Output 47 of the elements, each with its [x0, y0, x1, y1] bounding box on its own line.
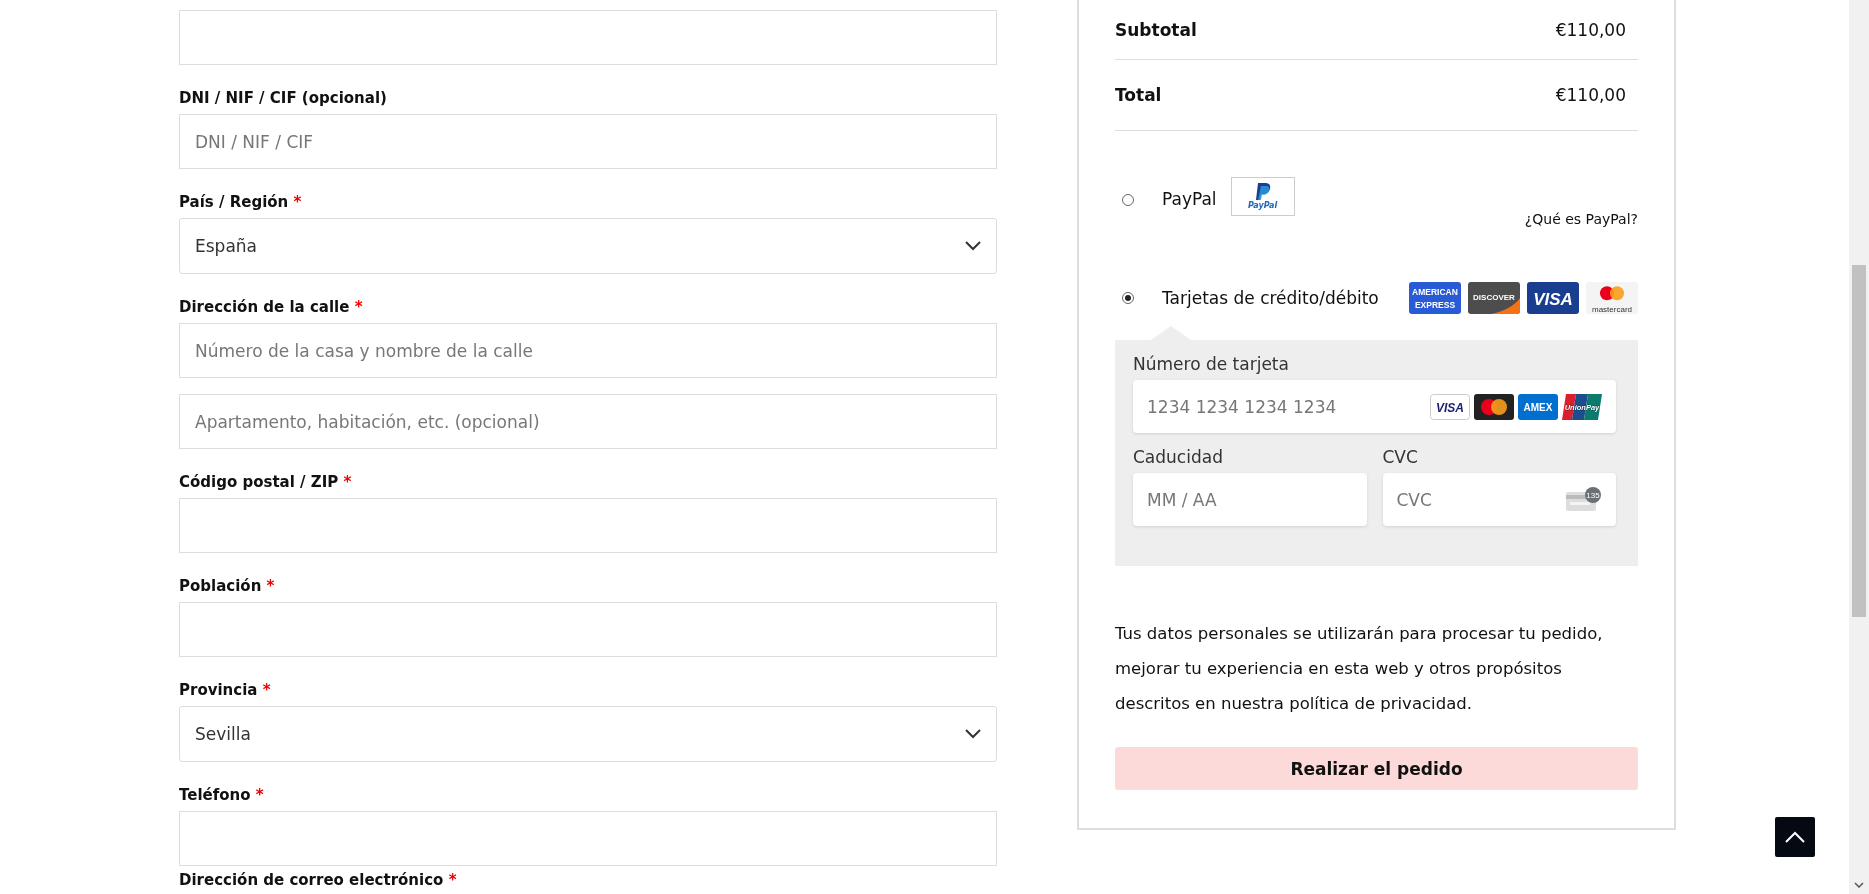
place-order-button[interactable]: Realizar el pedido	[1115, 747, 1638, 790]
text-field[interactable]: Número de la casa y nombre de la calle	[179, 323, 997, 378]
summary-amount: €110,00	[1555, 85, 1626, 105]
text-field[interactable]: DNI / NIF / CIF	[179, 114, 997, 169]
payment-label[interactable]: Tarjetas de crédito/débito	[1162, 288, 1379, 308]
summary-label: Total	[1115, 85, 1162, 105]
chevron-up-icon	[1785, 831, 1805, 843]
expiry-field[interactable]: MM / AA	[1133, 473, 1367, 526]
card-brand-icon: DISCOVER	[1468, 282, 1520, 314]
paypal-logo: PayPal	[1230, 177, 1295, 216]
field-label: Caducidad	[1133, 447, 1224, 469]
scrollbar[interactable]	[1849, 0, 1869, 894]
payment-label[interactable]: PayPal	[1162, 189, 1217, 209]
text-field[interactable]	[179, 811, 997, 866]
radio-button[interactable]	[1122, 292, 1134, 304]
field-label: Provincia *	[179, 680, 272, 701]
card-brand-icon: AMERICAN EXPRESS	[1409, 282, 1461, 314]
field-label: Dirección de correo electrónico *	[179, 870, 458, 891]
back-to-top-button[interactable]	[1775, 817, 1815, 857]
card-brand-icon: AMEX	[1518, 393, 1558, 420]
chevron-down-icon	[965, 241, 981, 251]
radio-button[interactable]	[1122, 194, 1134, 206]
summary-amount: €110,00	[1555, 19, 1626, 40]
text-field[interactable]: Apartamento, habitación, etc. (opcional)	[179, 394, 997, 449]
text-field[interactable]	[179, 602, 997, 657]
text-field[interactable]	[179, 10, 997, 65]
privacy-text: Tus datos personales se utilizarán para procesar tu pedido, mejorar tu experiencia en esta web y otros propósitos descritos en nuestra política de privacidad.	[1115, 623, 1604, 715]
field-label: Teléfono *	[179, 785, 265, 806]
field-label: CVC	[1382, 447, 1419, 469]
what-is-paypal-link[interactable]: ¿Qué es PayPal?	[1524, 211, 1638, 227]
card-brand-icon: VISA	[1430, 393, 1470, 420]
text-field[interactable]	[179, 498, 997, 553]
select-field[interactable]: Sevilla	[179, 706, 997, 762]
summary-label: Subtotal	[1115, 19, 1197, 40]
card-brand-icon: mastercard	[1586, 282, 1638, 314]
field-label: País / Región *	[179, 192, 303, 213]
chevron-down-icon[interactable]	[1854, 882, 1864, 888]
select-field[interactable]: España	[179, 218, 997, 274]
field-label: Código postal / ZIP *	[179, 472, 353, 493]
field-label: Población *	[179, 576, 276, 597]
field-label: DNI / NIF / CIF (opcional)	[179, 88, 388, 109]
scrollbar-thumb[interactable]	[1852, 265, 1866, 617]
chevron-down-icon	[965, 729, 981, 739]
card-brand-icon: VISA	[1527, 282, 1579, 314]
field-label: Dirección de la calle *	[179, 297, 364, 318]
field-label: Número de tarjeta	[1133, 354, 1290, 376]
card-brand-icon	[1474, 393, 1514, 420]
